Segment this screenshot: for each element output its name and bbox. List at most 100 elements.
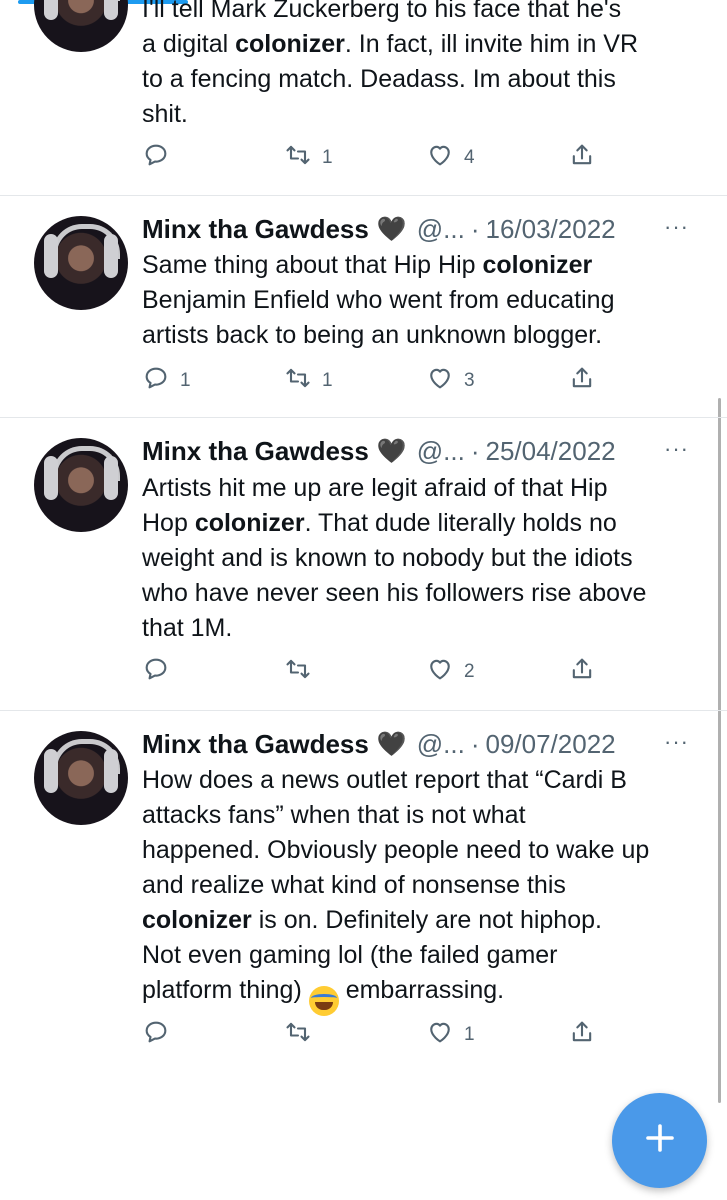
separator: · [470, 213, 480, 244]
more-options-icon[interactable]: ··· [664, 436, 689, 462]
tweet-text-line: weight and is known to nobody but the id… [142, 544, 633, 572]
handle[interactable]: @... [417, 436, 465, 467]
divider [0, 710, 727, 711]
tweet-body: How does a news outlet report that “Card… [142, 763, 712, 1016]
highlighted-term: colonizer [142, 906, 252, 934]
retweet-button[interactable] [284, 1019, 322, 1051]
retweet-icon [284, 655, 312, 689]
retweet-button[interactable]: 1 [284, 142, 333, 174]
display-name[interactable]: Minx tha Gawdess [142, 436, 369, 467]
like-button[interactable]: 2 [426, 656, 475, 688]
tweet-date[interactable]: 25/04/2022 [485, 436, 615, 467]
highlighted-term: colonizer [194, 509, 305, 537]
tweet-body: Same thing about that Hip Hip colonizer B… [142, 248, 712, 353]
tweet-body: Artists hit me up are legit afraid of th… [142, 471, 712, 646]
plus-icon [642, 1120, 678, 1161]
divider [0, 195, 727, 196]
retweet-icon [284, 1018, 312, 1052]
share-button[interactable] [568, 1019, 596, 1051]
avatar[interactable] [34, 0, 128, 52]
retweet-button[interactable] [284, 656, 322, 688]
heart-outline-icon [426, 1018, 454, 1052]
tweet-text-line: Not even gaming lol (the failed gamer [142, 941, 558, 969]
retweet-icon [284, 141, 312, 175]
reply-button[interactable] [142, 1019, 180, 1051]
reply-button[interactable] [142, 656, 180, 688]
tweet-text-line: a digital colonizer. In fact, ill invite… [142, 30, 639, 58]
handle[interactable]: @... [417, 729, 465, 760]
like-count: 3 [464, 370, 475, 391]
tweet-text-line: happened. Obviously people need to wake … [142, 836, 650, 864]
tweet-text-line: Artists hit me up are legit afraid of th… [142, 474, 608, 502]
tweet-text-line: I'll tell Mark Zuckerberg to his face th… [142, 0, 622, 23]
tweet-actions: 2 [142, 656, 602, 688]
like-button[interactable]: 4 [426, 142, 475, 174]
black-heart-emoji: 🖤 [376, 730, 407, 758]
more-options-icon[interactable]: ··· [664, 214, 689, 240]
tweet-text-line: Benjamin Enfield who went from educating [142, 286, 615, 314]
share-button[interactable] [568, 365, 596, 397]
like-count: 2 [464, 661, 475, 682]
retweet-count: 1 [322, 147, 333, 168]
more-options-icon[interactable]: ··· [664, 729, 689, 755]
tweet-actions: 1 4 [142, 142, 602, 174]
tweet-date[interactable]: 16/03/2022 [485, 214, 615, 245]
separator: · [470, 728, 480, 759]
black-heart-emoji: 🖤 [376, 437, 407, 465]
display-name[interactable]: Minx tha Gawdess [142, 214, 369, 245]
tweet-header: Minx tha Gawdess 🖤 @... · 09/07/2022 [142, 727, 616, 761]
reply-icon [142, 364, 170, 398]
avatar[interactable] [34, 216, 128, 310]
reply-icon [142, 1018, 170, 1052]
heart-outline-icon [426, 141, 454, 175]
tweet-actions: 1 1 3 [142, 365, 602, 397]
tweet-text-line: to a fencing match. Deadass. Im about th… [142, 65, 616, 93]
tweet-text-line: colonizer is on. Definitely are not hiph… [142, 906, 602, 934]
heart-outline-icon [426, 364, 454, 398]
share-button[interactable] [568, 142, 596, 174]
tweet-text-line: attacks fans” when that is not what [142, 801, 526, 829]
avatar[interactable] [34, 731, 128, 825]
tweet-text-line: who have never seen his followers rise a… [142, 579, 647, 607]
retweet-count: 1 [322, 370, 333, 391]
tweet-header: Minx tha Gawdess 🖤 @... · 25/04/2022 [142, 434, 616, 468]
like-count: 1 [464, 1024, 475, 1045]
divider [0, 417, 727, 418]
reply-count: 1 [180, 370, 191, 391]
like-count: 4 [464, 147, 475, 168]
reply-icon [142, 655, 170, 689]
avatar[interactable] [34, 438, 128, 532]
tweet-body: I'll tell Mark Zuckerberg to his face th… [142, 0, 712, 132]
retweet-icon [284, 364, 312, 398]
scrollbar[interactable] [718, 398, 721, 1103]
highlighted-term: colonizer [235, 30, 345, 58]
like-button[interactable]: 1 [426, 1019, 475, 1051]
tweet-date[interactable]: 09/07/2022 [485, 729, 615, 760]
tweet-actions: 1 [142, 1019, 602, 1051]
like-button[interactable]: 3 [426, 365, 475, 397]
share-icon [568, 364, 596, 398]
highlighted-term: colonizer [482, 251, 593, 279]
tweet-text-line: How does a news outlet report that “Card… [142, 766, 627, 794]
share-icon [568, 655, 596, 689]
share-button[interactable] [568, 656, 596, 688]
heart-outline-icon [426, 655, 454, 689]
display-name[interactable]: Minx tha Gawdess [142, 729, 369, 760]
tweet-text-line: that 1M. [142, 614, 233, 642]
reply-icon [142, 141, 170, 175]
share-icon [568, 141, 596, 175]
tweet-text-line: shit. [142, 100, 188, 128]
reply-button[interactable]: 1 [142, 365, 191, 397]
tweet-text-line: Hop colonizer. That dude literally holds… [142, 509, 617, 537]
tweet-text-line: platform thing) 😂 embarrassing. [142, 973, 712, 1016]
tweet-header: Minx tha Gawdess 🖤 @... · 16/03/2022 [142, 212, 616, 246]
handle[interactable]: @... [417, 214, 465, 245]
separator: · [470, 435, 480, 466]
retweet-button[interactable]: 1 [284, 365, 333, 397]
share-icon [568, 1018, 596, 1052]
black-heart-emoji: 🖤 [376, 215, 407, 243]
tweet-text-line: Same thing about that Hip Hip colonizer [142, 251, 593, 279]
compose-tweet-button[interactable] [612, 1093, 707, 1188]
tweet-text-line: artists back to being an unknown blogger… [142, 321, 603, 349]
reply-button[interactable] [142, 142, 180, 174]
